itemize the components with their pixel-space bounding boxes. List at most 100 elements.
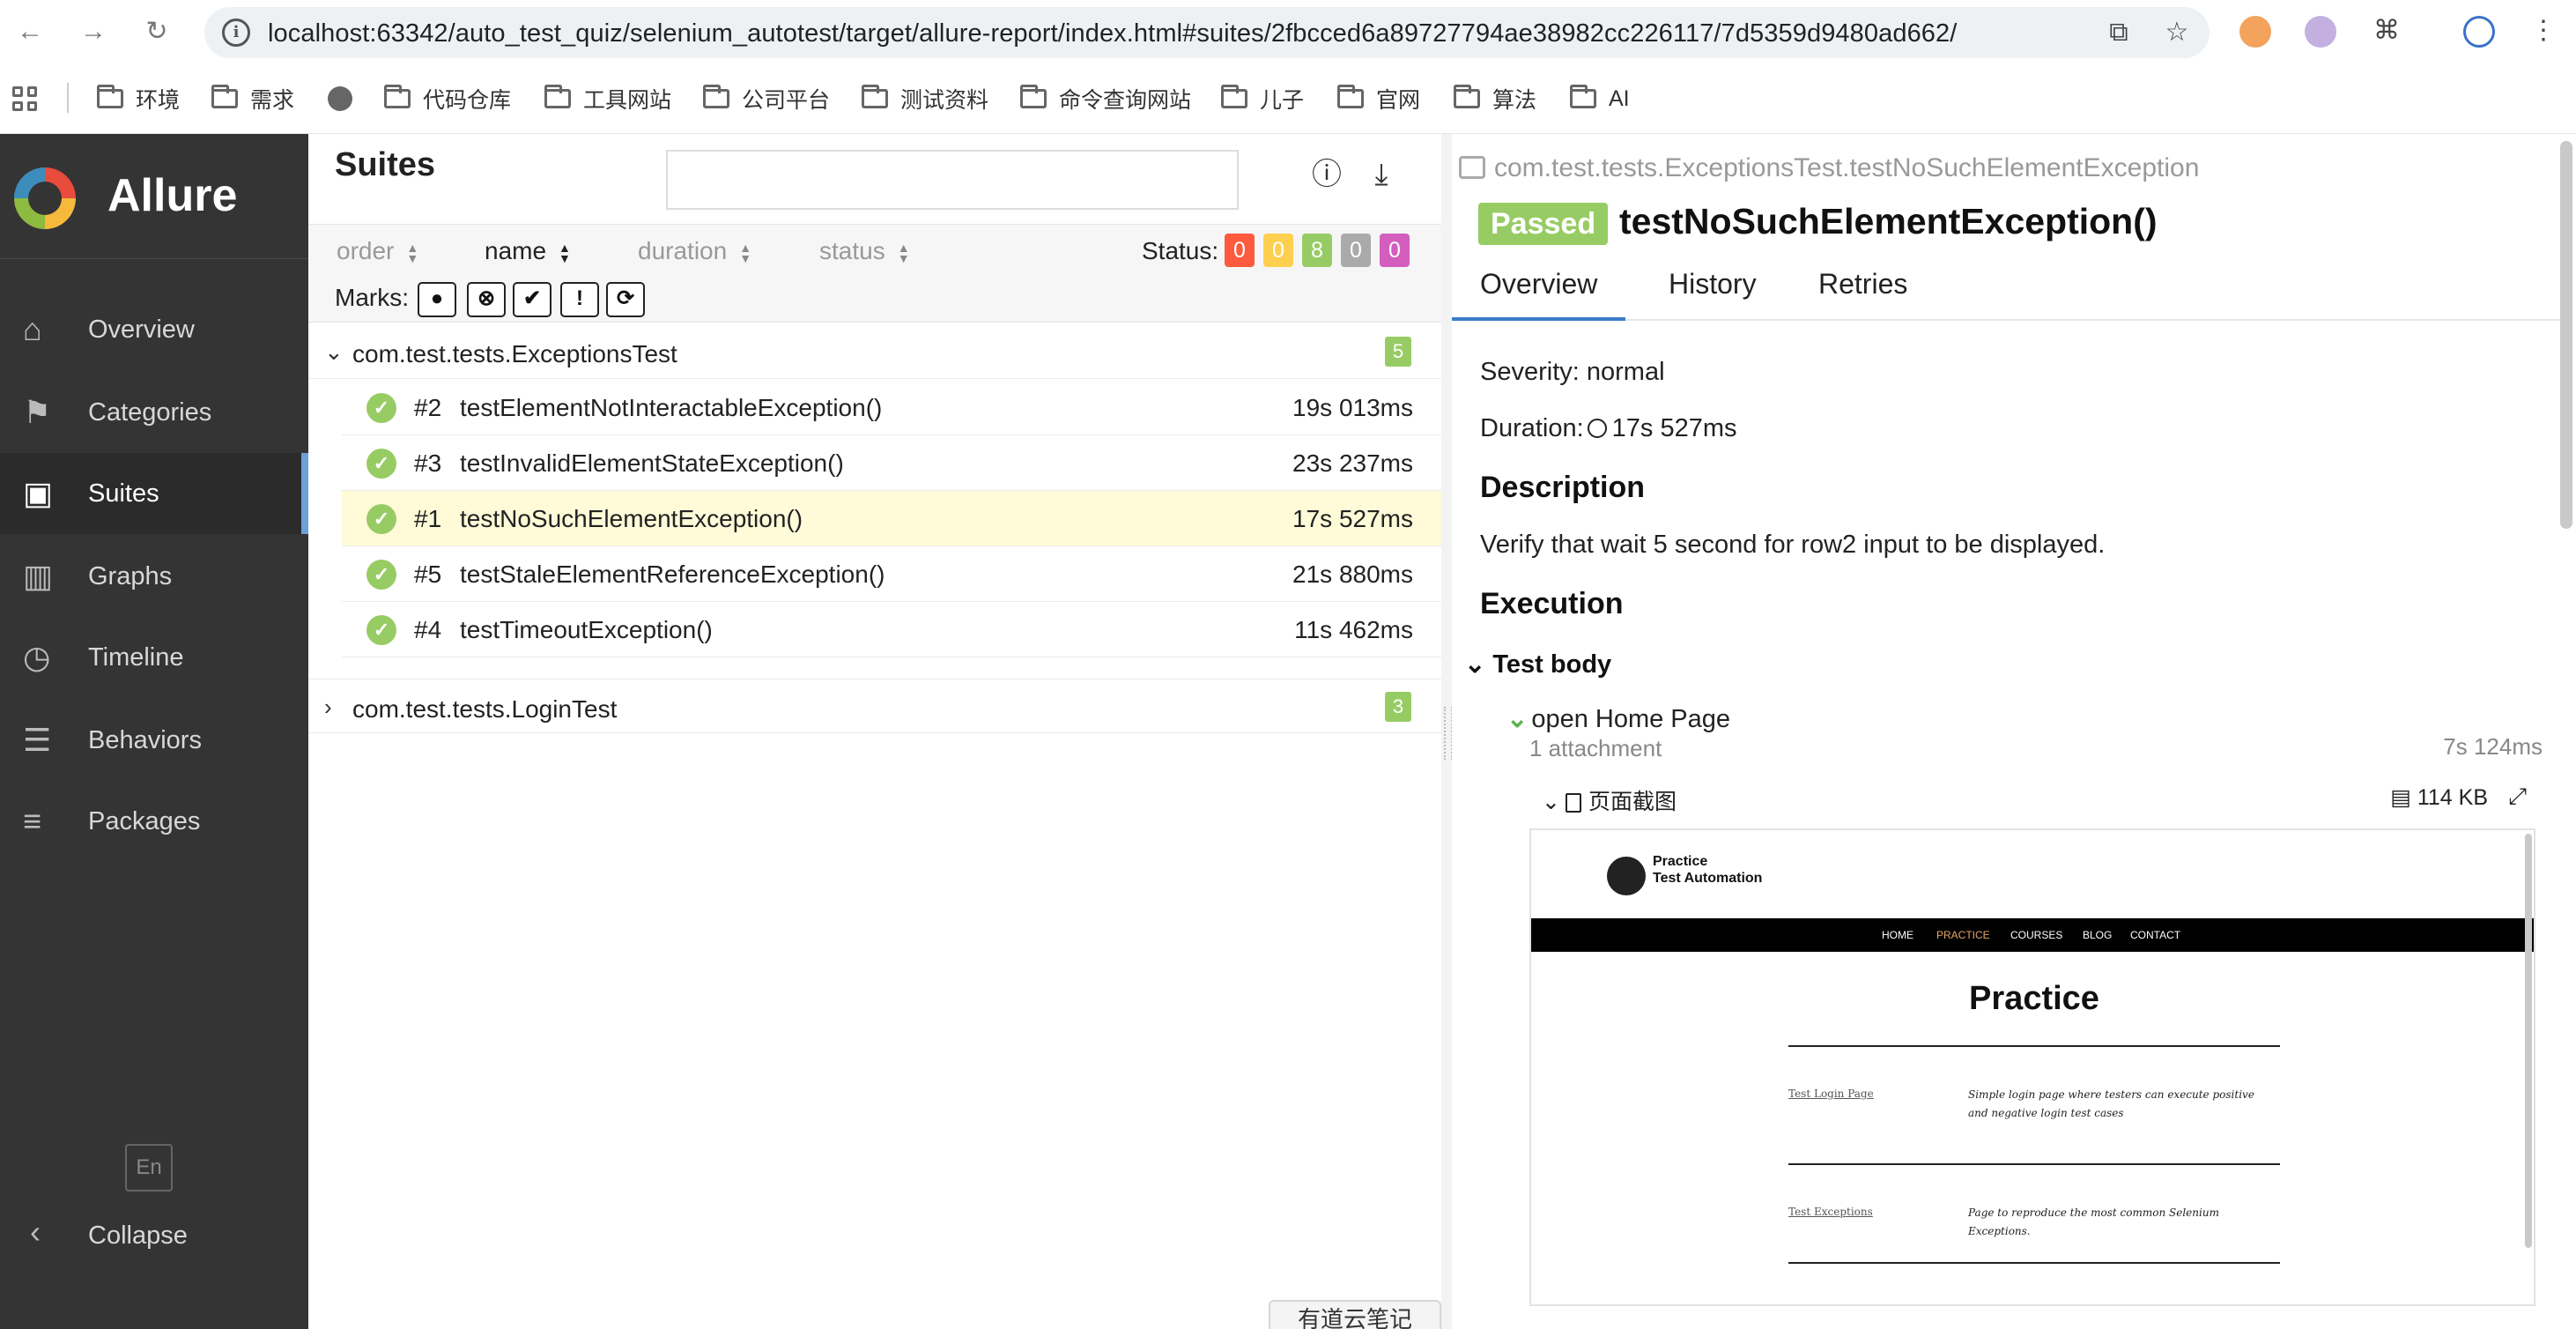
description-text: Verify that wait 5 second for row2 input… [1480,531,2106,559]
language-switch-button[interactable]: En [125,1144,173,1192]
chevron-down-icon: ⌄ [1506,705,1529,733]
attachment-row[interactable]: ⌄ 页面截图 ▤ 114 KB ⤢ [1542,783,2537,816]
bookmark-folder[interactable]: 命令查询网站 [1020,81,1191,116]
duration-label: Duration: [1480,414,1584,442]
chevron-right-icon: › [324,694,332,720]
table-row-selected[interactable]: ✓ #1 testNoSuchElementException() 17s 52… [342,491,1441,546]
expand-icon[interactable]: ⤢ [2508,783,2527,811]
bookmark-folder[interactable]: 工具网站 [544,81,671,116]
sidebar-item-packages[interactable]: ≡ Packages [0,781,308,862]
search-input[interactable] [666,150,1239,210]
bookmark-folder[interactable]: 测试资料 [862,81,988,116]
url-text[interactable]: localhost:63342/auto_test_quiz/selenium_… [268,19,1957,48]
translate-icon[interactable]: ⧉ [2104,18,2134,48]
sidebar-item-categories[interactable]: ⚑ Categories [0,372,308,453]
globe-icon [328,86,352,111]
sort-by-order[interactable]: order ▲ ▼ [337,237,420,265]
site-link: Test Exceptions [1788,1206,1873,1218]
brand[interactable]: Allure [0,134,308,259]
save-icon[interactable]: ▤ [2390,785,2417,810]
suite-group-exceptionstest[interactable]: ⌄ com.test.tests.ExceptionsTest 5 [308,324,1441,379]
sort-by-name[interactable]: name ▲ ▼ [485,237,573,265]
step-open-home-page[interactable]: ⌄ open Home Page [1506,703,1730,734]
new-broken-icon[interactable]: ! [560,282,599,317]
status-badge: Passed [1478,203,1609,245]
passed-check-icon: ✓ [366,504,396,534]
suite-group-logintest[interactable]: › com.test.tests.LoginTest 3 [308,679,1441,733]
status-filter-broken[interactable]: 0 [1263,234,1293,267]
table-row[interactable]: ✓ #3 testInvalidElementStateException() … [342,435,1441,491]
duration-row: Duration: 17s 527ms [1480,414,1737,443]
bookmark-link[interactable] [328,81,352,116]
collapse-button[interactable]: ‹ Collapse [0,1193,308,1273]
tab-history[interactable]: History [1640,268,1785,321]
divider [67,83,69,113]
severity-text: Severity: normal [1480,358,1665,386]
reload-icon[interactable]: ↻ [139,14,174,49]
bookmark-folder[interactable]: 算法 [1454,81,1536,116]
sidebar-item-suites[interactable]: ▣ Suites [0,453,308,534]
bookmark-folder[interactable]: 需求 [211,81,294,116]
copy-icon[interactable] [1459,156,1485,179]
info-icon[interactable]: ⓘ [1307,155,1346,194]
bookmark-folder[interactable]: AI [1570,81,1630,116]
site-info-icon[interactable]: i [222,19,250,47]
clock-icon: ◷ [23,639,51,675]
back-arrow-icon[interactable]: ← [12,14,48,49]
test-name: testNoSuchElementException() [460,505,803,532]
divider [1788,1163,2280,1165]
table-row[interactable]: ✓ #5 testStaleElementReferenceException(… [342,546,1441,602]
extensions-puzzle-icon[interactable]: ⌘ [2372,16,2402,46]
breadcrumb-text: com.test.tests.ExceptionsTest.testNoSuch… [1494,153,2200,182]
note-app-tab[interactable]: 有道云笔记 [1269,1300,1441,1329]
status-filter-unknown[interactable]: 0 [1380,234,1410,267]
bookmark-label: 公司平台 [742,88,831,113]
extension-icon[interactable] [2239,16,2271,48]
folder-icon [211,85,238,108]
scrollbar[interactable] [2525,834,2532,1248]
menu-kebab-icon[interactable]: ⋮ [2528,16,2558,46]
sidebar-item-graphs[interactable]: ▥ Graphs [0,536,308,617]
pane-resize-handle[interactable] [1441,134,1453,1329]
bookmark-folder[interactable]: 官网 [1337,81,1420,116]
table-row[interactable]: ✓ #4 testTimeoutException() 11s 462ms [342,602,1441,657]
tab-overview[interactable]: Overview [1452,268,1626,321]
forward-arrow-icon[interactable]: → [76,14,111,49]
profile-avatar-icon[interactable] [2463,16,2495,48]
bookmark-folder[interactable]: 代码仓库 [384,81,511,116]
sidebar-item-timeline[interactable]: ◷ Timeline [0,617,308,698]
test-number: #4 [414,616,442,643]
folder-icon [544,85,571,108]
flaky-bomb-icon[interactable]: ● [418,282,456,317]
extension-icon[interactable] [2305,16,2336,48]
bookmark-folder[interactable]: 公司平台 [703,81,830,116]
suite-name: com.test.tests.ExceptionsTest [352,340,677,368]
status-filter-skipped[interactable]: 0 [1341,234,1371,267]
status-filter-failed[interactable]: 0 [1225,234,1255,267]
bookmark-folder[interactable]: 儿子 [1221,81,1304,116]
address-bar[interactable]: i localhost:63342/auto_test_quiz/seleniu… [204,7,2210,58]
site-brand: Practice Test Automation [1653,853,1762,887]
download-icon[interactable]: ⤓ [1362,155,1401,194]
scrollbar[interactable] [2560,141,2572,529]
table-row[interactable]: ✓ #2 testElementNotInteractableException… [342,380,1441,435]
apps-grid-icon[interactable] [12,86,37,111]
bookmark-folder[interactable]: 环境 [97,81,180,116]
new-failed-icon[interactable]: ⊗ [467,282,506,317]
step-duration: 7s 124ms [2443,733,2543,760]
test-body-toggle[interactable]: ⌄ Test body [1464,649,1611,679]
retries-icon[interactable]: ⟳ [606,282,645,317]
sort-by-status[interactable]: status ▲ ▼ [819,237,912,265]
divider [1788,1262,2280,1264]
new-passed-icon[interactable]: ✔ [513,282,551,317]
sidebar-item-behaviors[interactable]: ☰ Behaviors [0,700,308,781]
chevron-down-icon: ⌄ [1542,790,1560,814]
sort-by-duration[interactable]: duration ▲ ▼ [638,237,753,265]
bar-chart-icon: ▥ [23,558,54,594]
tab-retries[interactable]: Retries [1790,268,1936,321]
bookmark-star-icon[interactable]: ☆ [2162,18,2192,48]
status-filter-passed[interactable]: 8 [1302,234,1332,267]
sort-bar: order ▲ ▼ name ▲ ▼ duration ▲ ▼ status ▲ ▼ Statu… [308,224,1441,278]
sidebar-item-overview[interactable]: ⌂ Overview [0,289,308,370]
sort-label: status [819,237,885,264]
